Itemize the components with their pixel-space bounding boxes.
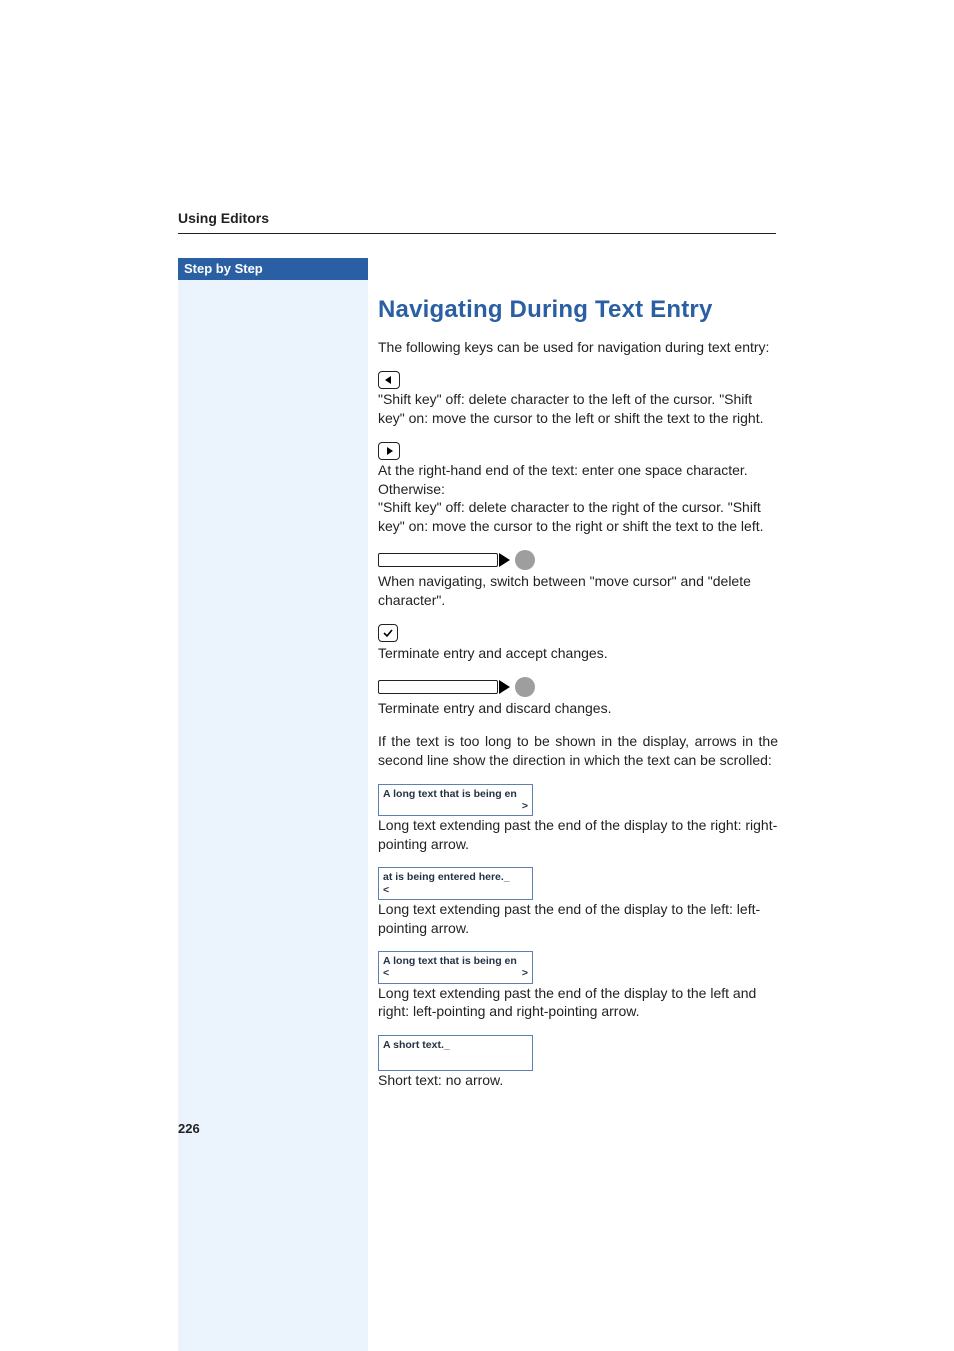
row-display-short: A short text._ Short text: no arrow.	[378, 1035, 778, 1090]
slider-discard-description: Terminate entry and discard changes.	[378, 699, 778, 718]
display-right-description: Long text extending past the end of the …	[378, 816, 778, 854]
row-slider-toggle: When navigating, switch between "move cu…	[378, 550, 778, 610]
section-title: Navigating During Text Entry	[378, 296, 778, 324]
left-arrow-key-icon	[378, 371, 400, 389]
row-slider-discard: Terminate entry and discard changes.	[378, 677, 778, 718]
display-box-both-overflow: A long text that is being en < >	[378, 951, 533, 983]
scroll-intro-paragraph: If the text is too long to be shown in t…	[378, 732, 778, 770]
confirm-description: Terminate entry and accept changes.	[378, 644, 778, 663]
display-box-right-overflow: A long text that is being en >	[378, 784, 533, 816]
row-right-key: At the right-hand end of the text: enter…	[378, 442, 778, 537]
display-both-description: Long text extending past the end of the …	[378, 984, 778, 1022]
display-box-short-text: A short text._	[378, 1035, 533, 1071]
display-short-description: Short text: no arrow.	[378, 1071, 778, 1090]
running-head: Using Editors	[178, 210, 269, 226]
sidebar-tab-step-by-step: Step by Step	[178, 258, 368, 280]
row-display-left-arrow: at is being entered here._ < Long text e…	[378, 867, 778, 937]
left-key-description: "Shift key" off: delete character to the…	[378, 390, 778, 428]
row-display-both-arrows: A long text that is being en < > Long te…	[378, 951, 778, 1021]
row-display-right-arrow: A long text that is being en > Long text…	[378, 784, 778, 854]
display-line1: A short text._	[383, 1039, 528, 1051]
page-number: 226	[178, 1121, 200, 1136]
sidebar-column	[178, 280, 368, 1351]
slider-discard-icon	[378, 677, 535, 697]
display-line1: at is being entered here._	[383, 871, 528, 883]
header-rule	[178, 233, 776, 234]
intro-paragraph: The following keys can be used for navig…	[378, 338, 778, 357]
right-arrow-key-icon	[378, 442, 400, 460]
row-confirm: Terminate entry and accept changes.	[378, 624, 778, 663]
display-arrow-right: >	[522, 800, 528, 812]
display-left-description: Long text extending past the end of the …	[378, 900, 778, 938]
display-arrow-right: >	[522, 967, 528, 979]
document-page: Using Editors Step by Step Navigating Du…	[0, 0, 954, 1351]
slider-switch-icon	[378, 550, 535, 570]
content-column: Navigating During Text Entry The followi…	[378, 280, 778, 1104]
display-line1: A long text that is being en	[383, 788, 528, 800]
right-key-description: At the right-hand end of the text: enter…	[378, 461, 778, 537]
display-arrow-left: <	[383, 967, 389, 979]
checkmark-key-icon	[378, 624, 398, 642]
slider-toggle-description: When navigating, switch between "move cu…	[378, 572, 778, 610]
row-left-key: "Shift key" off: delete character to the…	[378, 371, 778, 428]
display-box-left-overflow: at is being entered here._ <	[378, 867, 533, 899]
display-line1: A long text that is being en	[383, 955, 528, 967]
display-arrow-left: <	[383, 884, 389, 896]
